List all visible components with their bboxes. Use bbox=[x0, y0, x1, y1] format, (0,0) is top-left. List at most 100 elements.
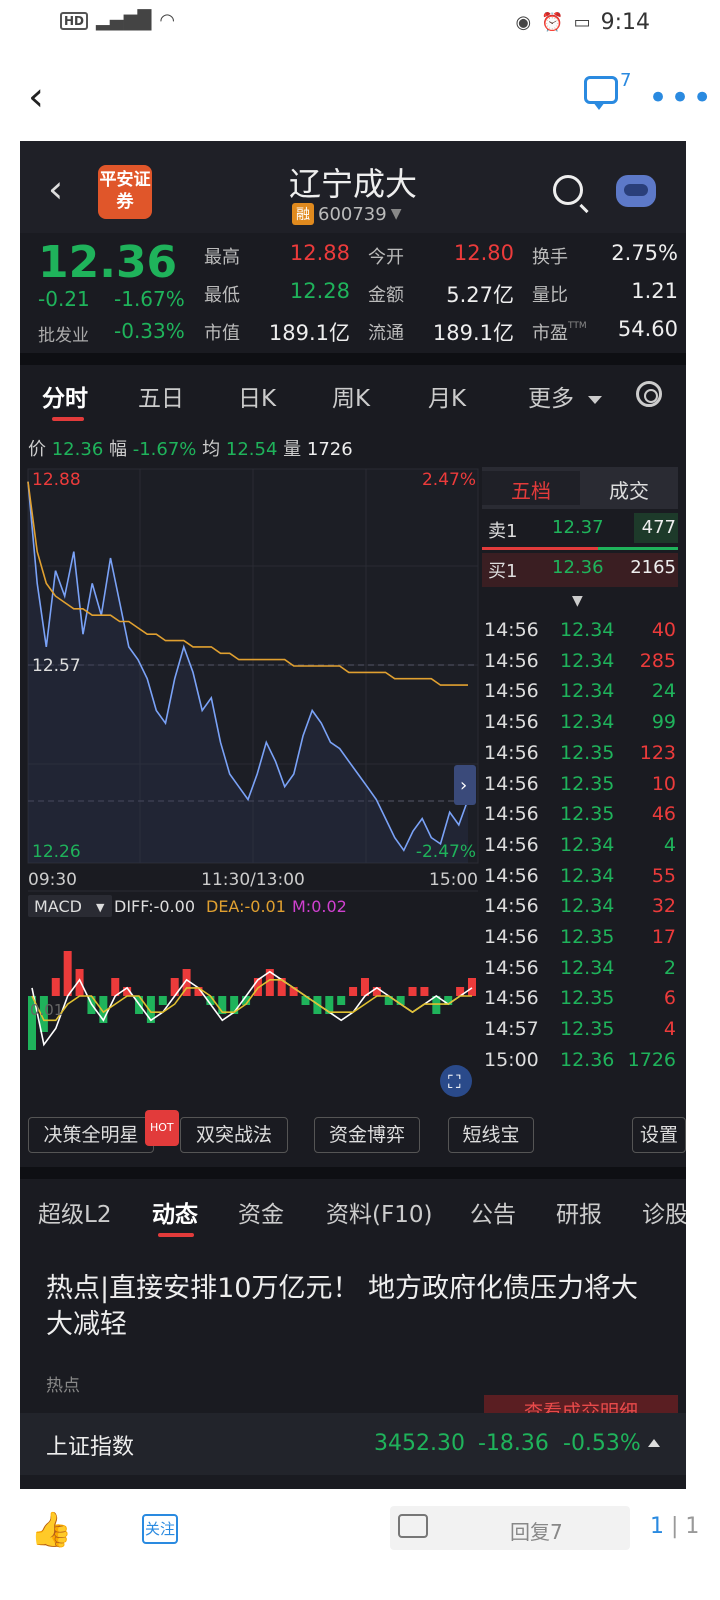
tool-double-break[interactable]: 双突战法 bbox=[180, 1117, 288, 1153]
tab-order-book[interactable]: 五档 bbox=[482, 471, 580, 505]
intraday-chart[interactable]: 12.88 12.57 12.26 2.47% -2.47% 09:30 11:30/13:… bbox=[20, 461, 482, 1101]
trade-time: 14:56 bbox=[484, 741, 539, 764]
news-title[interactable]: 热点|直接安排10万亿元！ 地方政府化债压力将大大减轻 bbox=[46, 1271, 656, 1343]
chevron-down-icon bbox=[588, 395, 602, 404]
y-label-low: 12.26 bbox=[32, 842, 81, 862]
trade-row: 14:56 12.34 2 bbox=[482, 955, 678, 985]
quote-field-label: 换手 bbox=[532, 247, 568, 268]
trade-row: 14:56 12.35 17 bbox=[482, 924, 678, 954]
quote-field-label: 最低 bbox=[204, 285, 240, 306]
last-price: 12.36 bbox=[38, 237, 178, 288]
trade-volume: 40 bbox=[651, 619, 676, 641]
price-change-pct: -1.67% bbox=[114, 287, 185, 311]
eye-icon: ◉ bbox=[515, 12, 532, 33]
page-indicator[interactable]: 1 | 1 bbox=[650, 1514, 699, 1539]
margin-badge: 融 bbox=[292, 203, 314, 225]
trade-row: 14:56 12.34 285 bbox=[482, 648, 678, 678]
more-icon[interactable]: ••• bbox=[648, 78, 714, 118]
divider bbox=[20, 353, 686, 365]
trade-time: 14:56 bbox=[484, 926, 539, 948]
page-current: 1 bbox=[650, 1514, 664, 1539]
quote-field-value: 189.1亿 bbox=[432, 321, 514, 345]
tab-diagnosis[interactable]: 诊股 bbox=[642, 1195, 686, 1229]
tab-more[interactable]: 更多 bbox=[528, 379, 602, 413]
buy-volume: 2165 bbox=[630, 557, 676, 578]
reply-input[interactable]: 回复7 bbox=[390, 1506, 630, 1550]
tab-funds[interactable]: 资金 bbox=[238, 1195, 284, 1229]
macd-zero-label: 0.01 bbox=[30, 1001, 63, 1019]
quote-panel: 12.36 -0.21 -1.67% 批发业 -0.33% 最高 12.88 今开 1… bbox=[20, 233, 686, 351]
order-book-tabs: 五档 成交 bbox=[482, 467, 678, 509]
tab-f10[interactable]: 资料(F10) bbox=[326, 1195, 432, 1229]
tab-news[interactable]: 动态 bbox=[152, 1195, 198, 1229]
chart-info-bar: 价 12.36 幅 -1.67% 均 12.54 量 1726 bbox=[28, 435, 353, 461]
follow-button[interactable]: 关注 bbox=[142, 1514, 178, 1544]
trade-row: 14:56 12.34 40 bbox=[482, 617, 678, 647]
price-label: 价 bbox=[28, 439, 46, 460]
stock-code-row[interactable]: 融 600739 ▼ bbox=[292, 203, 402, 225]
trade-row: 14:56 12.35 123 bbox=[482, 740, 678, 770]
x-label-open: 09:30 bbox=[28, 870, 77, 890]
robot-assistant-icon[interactable] bbox=[616, 175, 656, 207]
trade-price: 12.35 bbox=[560, 803, 615, 826]
trade-volume: 6 bbox=[663, 987, 676, 1010]
comment-icon[interactable] bbox=[584, 76, 618, 110]
trade-time: 14:56 bbox=[484, 895, 539, 918]
buy-price: 12.36 bbox=[552, 557, 604, 578]
tab-five-day[interactable]: 五日 bbox=[138, 379, 184, 413]
trade-row: 14:56 12.34 99 bbox=[482, 709, 678, 739]
tool-short-line[interactable]: 短线宝 bbox=[448, 1117, 534, 1153]
stock-name: 辽宁成大 bbox=[288, 165, 417, 203]
y-label-high: 12.88 bbox=[32, 470, 81, 490]
trade-price: 12.34 bbox=[560, 680, 615, 703]
trade-time: 14:56 bbox=[484, 956, 539, 979]
caret-up-icon[interactable] bbox=[648, 1439, 660, 1447]
x-label-mid: 11:30/13:00 bbox=[201, 870, 305, 890]
trade-volume: 4 bbox=[663, 833, 676, 856]
tab-monthly-k[interactable]: 月K bbox=[428, 379, 466, 413]
wifi-icon: ◠ bbox=[159, 10, 176, 31]
trade-time: 14:56 bbox=[484, 711, 539, 734]
quote-field-value: 12.80 bbox=[453, 241, 514, 265]
tool-decision-allstar[interactable]: 决策全明星 HOT bbox=[28, 1110, 179, 1153]
gear-icon[interactable] bbox=[636, 381, 662, 407]
tool-fund-game[interactable]: 资金博弈 bbox=[314, 1117, 420, 1153]
trade-row: 14:56 12.34 55 bbox=[482, 863, 678, 893]
tab-daily-k[interactable]: 日K bbox=[238, 379, 276, 413]
back-icon[interactable]: ‹ bbox=[28, 74, 44, 120]
trade-row: 14:56 12.35 10 bbox=[482, 771, 678, 801]
tab-intraday[interactable]: 分时 bbox=[42, 379, 88, 413]
trade-row: 14:56 12.34 32 bbox=[482, 893, 678, 923]
pe-superscript: TTM bbox=[568, 321, 587, 331]
trade-price: 12.34 bbox=[560, 956, 615, 979]
bottom-bar: 👍 关注 回复7 1 | 1 bbox=[0, 1490, 720, 1600]
macd-bar bbox=[349, 987, 358, 996]
caret-down-icon[interactable]: ▼ bbox=[572, 593, 583, 609]
industry-change-pct: -0.33% bbox=[114, 319, 185, 343]
tab-super-l2[interactable]: 超级L2 bbox=[38, 1195, 111, 1229]
tab-trades[interactable]: 成交 bbox=[580, 475, 678, 504]
stock-code: 600739 bbox=[318, 203, 387, 225]
settings-button[interactable]: 设置 bbox=[632, 1117, 686, 1153]
thumbs-up-icon[interactable]: 👍 bbox=[30, 1510, 72, 1550]
price-change: -0.21 bbox=[38, 287, 90, 311]
quote-field-value: 12.88 bbox=[289, 241, 350, 265]
search-icon[interactable] bbox=[553, 175, 583, 205]
trade-price: 12.34 bbox=[560, 864, 615, 887]
x-label-close: 15:00 bbox=[429, 870, 478, 890]
index-value: 3452.30 bbox=[374, 1431, 465, 1456]
chevron-right-icon: › bbox=[460, 775, 467, 796]
tab-weekly-k[interactable]: 周K bbox=[332, 379, 370, 413]
reply-placeholder: 回复7 bbox=[510, 1520, 563, 1544]
trade-price: 12.34 bbox=[560, 895, 615, 918]
index-ticker[interactable]: 上证指数 3452.30 -18.36 -0.53% bbox=[20, 1413, 686, 1475]
hot-badge: HOT bbox=[145, 1110, 179, 1146]
quote-field-label: 金额 bbox=[368, 285, 404, 306]
tab-research[interactable]: 研报 bbox=[556, 1195, 602, 1229]
trade-time: 14:56 bbox=[484, 680, 539, 703]
signal-icon: ▂▄▆█ bbox=[96, 10, 152, 31]
industry-label[interactable]: 批发业 bbox=[38, 321, 89, 346]
quote-field-value: 2.75% bbox=[611, 241, 678, 265]
trade-volume: 10 bbox=[651, 772, 676, 795]
tab-announcements[interactable]: 公告 bbox=[470, 1195, 516, 1229]
